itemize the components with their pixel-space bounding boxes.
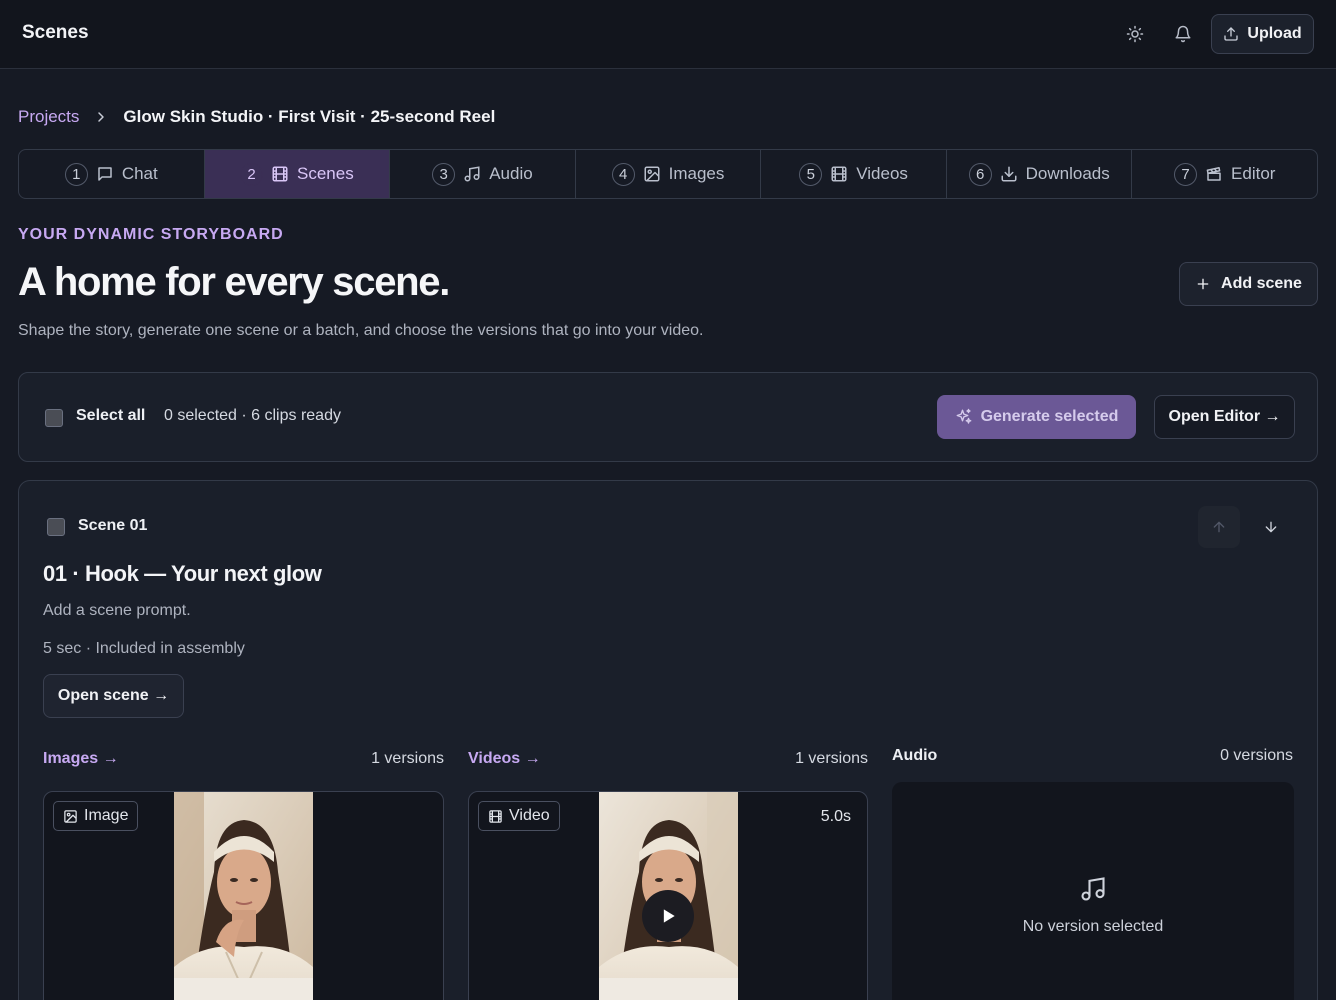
film-icon: [830, 165, 848, 183]
play-icon: [658, 906, 678, 926]
step-number: 4: [611, 162, 635, 186]
tab-label: Images: [668, 164, 725, 183]
video-duration: 5.0s: [820, 808, 851, 825]
scene-label: Scene 01: [78, 517, 148, 534]
selection-bar: Select all 0 selected · 6 clips ready Ge…: [18, 372, 1318, 462]
audio-heading: Audio: [892, 747, 938, 764]
move-up-button[interactable]: [1198, 506, 1240, 548]
scene-checkbox[interactable]: [47, 518, 65, 536]
tab-videos[interactable]: 5 Videos: [761, 150, 947, 198]
tab-label: Scenes: [297, 164, 354, 183]
breadcrumb-projects-link[interactable]: Projects: [18, 107, 79, 127]
step-number: 1: [64, 162, 88, 186]
music-icon: [463, 165, 481, 183]
chevron-right-icon: [93, 109, 109, 125]
breadcrumb: Projects Glow Skin Studio · First Visit …: [18, 106, 495, 128]
video-preview-card[interactable]: Video 5.0s: [468, 791, 868, 1000]
scene-card: Scene 01 01 · Hook — Your next glow Add …: [18, 480, 1318, 1000]
select-all-label[interactable]: Select all: [76, 407, 145, 425]
videos-link[interactable]: Videos →: [468, 750, 541, 768]
step-number: 5: [799, 162, 823, 186]
generate-selected-button[interactable]: Generate selected: [937, 395, 1136, 439]
move-down-button[interactable]: [1250, 506, 1292, 548]
tab-chat[interactable]: 1 Chat: [19, 150, 205, 198]
video-tag: Video: [478, 801, 560, 831]
step-number: 6: [968, 162, 992, 186]
clapperboard-icon: [1205, 165, 1223, 183]
videos-version-count: 1 versions: [795, 750, 868, 767]
select-all-checkbox[interactable]: [45, 409, 63, 427]
upload-button[interactable]: Upload: [1211, 14, 1314, 54]
top-bar: Scenes Upload: [0, 0, 1336, 69]
audio-empty-text: No version selected: [1022, 918, 1164, 935]
audio-version-count: 0 versions: [1220, 747, 1293, 764]
image-tag-label: Image: [84, 807, 129, 824]
upload-label: Upload: [1247, 25, 1302, 42]
page-title: A home for every scene.: [18, 260, 450, 304]
scene-prompt[interactable]: Add a scene prompt.: [43, 602, 191, 620]
tab-scenes[interactable]: 2 Scenes: [204, 150, 391, 198]
image-icon: [643, 165, 661, 183]
play-button[interactable]: [642, 890, 694, 942]
tab-images[interactable]: 4 Images: [576, 150, 762, 198]
step-number: 2: [240, 162, 264, 186]
chat-icon: [96, 165, 114, 183]
workflow-steps: 1 Chat 2 Scenes 3 Audio 4 Images 5 Video…: [18, 149, 1318, 199]
section-eyebrow: YOUR DYNAMIC STORYBOARD: [18, 226, 284, 243]
film-icon: [488, 809, 503, 824]
tab-downloads[interactable]: 6 Downloads: [947, 150, 1133, 198]
sun-icon[interactable]: [1119, 18, 1151, 50]
step-number: 3: [432, 162, 456, 186]
images-version-count: 1 versions: [371, 750, 444, 767]
plus-icon: [1195, 276, 1211, 292]
generate-selected-label: Generate selected: [980, 408, 1119, 425]
tab-label: Audio: [489, 164, 533, 183]
tab-audio[interactable]: 3 Audio: [390, 150, 576, 198]
tab-label: Downloads: [1025, 164, 1110, 183]
open-scene-button[interactable]: Open scene →: [43, 674, 184, 718]
image-tag: Image: [53, 801, 139, 831]
portrait-thumbnail: [174, 792, 313, 1000]
arrow-down-icon: [1263, 519, 1279, 535]
bell-icon[interactable]: [1167, 18, 1199, 50]
selection-status: 0 selected · 6 clips ready: [164, 407, 341, 424]
images-link[interactable]: Images →: [43, 750, 119, 768]
music-icon: [1079, 875, 1107, 908]
add-scene-button[interactable]: Add scene: [1179, 262, 1318, 306]
scene-meta: 5 sec · Included in assembly: [43, 640, 245, 657]
image-icon: [63, 809, 78, 824]
breadcrumb-current: Glow Skin Studio · First Visit · 25-seco…: [123, 107, 496, 126]
image-preview-card[interactable]: Image: [43, 791, 444, 1000]
download-icon: [1000, 165, 1018, 183]
page-subtitle: Shape the story, generate one scene or a…: [18, 322, 704, 339]
app-title: Scenes: [22, 22, 89, 43]
tab-label: Editor: [1231, 164, 1276, 183]
scene-title: 01 · Hook — Your next glow: [43, 561, 322, 586]
step-number: 7: [1174, 162, 1198, 186]
sparkles-icon: [955, 408, 973, 426]
add-scene-label: Add scene: [1221, 275, 1302, 292]
open-editor-button[interactable]: Open Editor →: [1154, 395, 1295, 439]
upload-icon: [1223, 26, 1239, 42]
film-icon: [271, 165, 289, 183]
video-tag-label: Video: [509, 807, 550, 824]
tab-editor[interactable]: 7 Editor: [1132, 150, 1317, 198]
tab-label: Videos: [856, 164, 908, 183]
tab-label: Chat: [121, 164, 158, 183]
arrow-up-icon: [1211, 519, 1227, 535]
audio-empty-card[interactable]: No version selected: [892, 782, 1294, 1000]
